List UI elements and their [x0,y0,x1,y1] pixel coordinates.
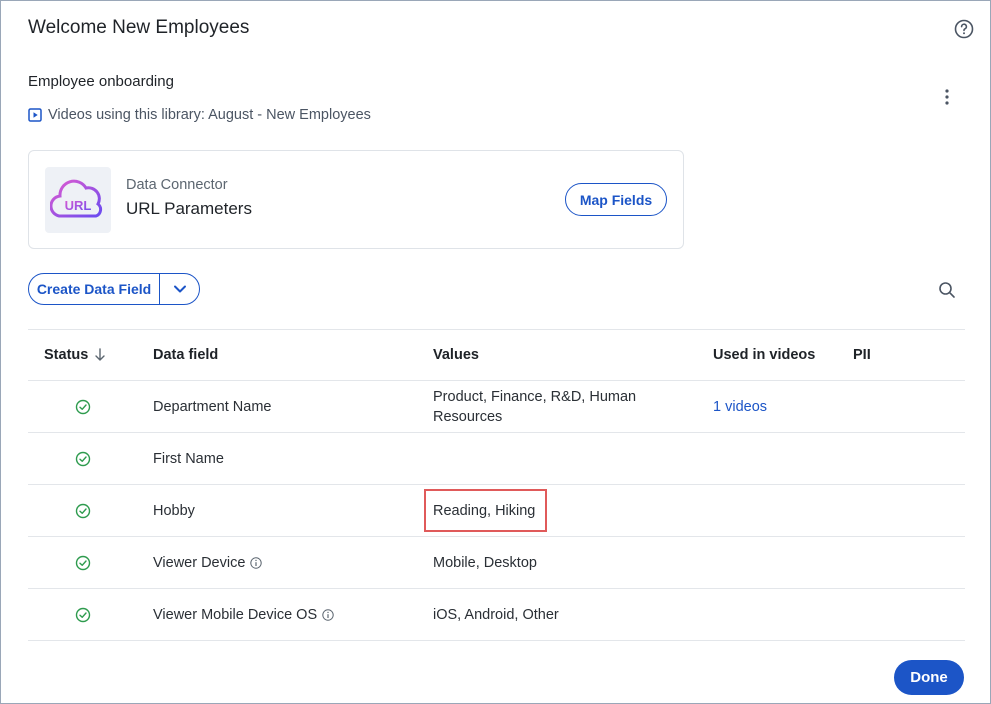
check-circle-icon [75,399,91,414]
table-row: Viewer Device Mobile, Desktop [28,537,965,589]
check-circle-icon [75,555,91,570]
field-values: Product, Finance, R&D, Human Resources [433,388,637,425]
status-cell [75,537,91,588]
pii-column-header: PII [853,347,871,363]
done-button[interactable]: Done [894,660,964,695]
status-column-header[interactable]: Status [44,330,106,380]
cloud-url-icon: URL [50,179,103,218]
values-column-header: Values [433,347,479,363]
data-field-name: Viewer Device [153,554,246,571]
status-cell [75,381,91,432]
field-values [433,433,673,484]
table-row: Department Name Product, Finance, R&D, H… [28,381,965,433]
check-circle-icon [75,503,91,518]
create-data-field-button[interactable]: Create Data Field [29,274,160,304]
data-field-name: Viewer Mobile Device OS [153,606,318,623]
dialog-title: Welcome New Employees [28,17,250,38]
videos-using-library: Videos using this library: August - New … [28,107,371,123]
video-icon [28,108,42,122]
status-cell [75,433,91,484]
data-fields-table: Status Data field Values Used in videos … [28,329,965,641]
data-connector-card: URL Data Connector URL Parameters Map Fi… [28,150,684,249]
data-field-cell: Viewer Mobile Device OS [153,589,334,640]
data-field-name: First Name [153,450,224,467]
check-circle-icon [75,451,91,466]
kebab-menu-icon[interactable] [937,87,957,107]
sort-descending-icon [95,348,106,361]
table-row: Hobby Reading, Hiking [28,485,965,537]
status-cell [75,485,91,536]
status-cell [75,589,91,640]
logo-text: URL [65,198,92,213]
table-row: Viewer Mobile Device OS iOS, Android, Ot… [28,589,965,641]
connector-kind: Data Connector [126,177,228,193]
create-options-toggle[interactable] [160,274,199,304]
create-data-field-split-button: Create Data Field [28,273,200,305]
table-row: First Name [28,433,965,485]
search-icon[interactable] [937,280,957,300]
info-icon[interactable] [322,608,334,621]
status-header-label: Status [44,347,89,363]
chevron-down-icon [173,285,186,293]
data-field-name: Department Name [153,398,272,415]
data-field-name: Hobby [153,502,195,519]
used-in-videos-column-header: Used in videos [713,347,816,363]
data-field-column-header: Data field [153,347,219,363]
used-in-videos-link[interactable]: 1 videos [713,381,767,432]
library-name: Employee onboarding [28,73,174,90]
field-values: Mobile, Desktop [433,554,537,571]
dialog: Welcome New Employees Employee onboardin… [0,0,991,704]
field-values: iOS, Android, Other [433,606,559,623]
connector-name: URL Parameters [126,199,252,218]
map-fields-button[interactable]: Map Fields [565,183,667,216]
url-parameters-logo: URL [45,167,111,233]
table-header: Status Data field Values Used in videos … [28,329,965,381]
help-icon[interactable] [954,19,974,39]
check-circle-icon [75,607,91,622]
videos-using-library-text: Videos using this library: August - New … [48,107,371,123]
info-icon[interactable] [250,556,263,569]
data-field-cell: Viewer Device [153,537,263,588]
field-values: Reading, Hiking [433,502,536,519]
